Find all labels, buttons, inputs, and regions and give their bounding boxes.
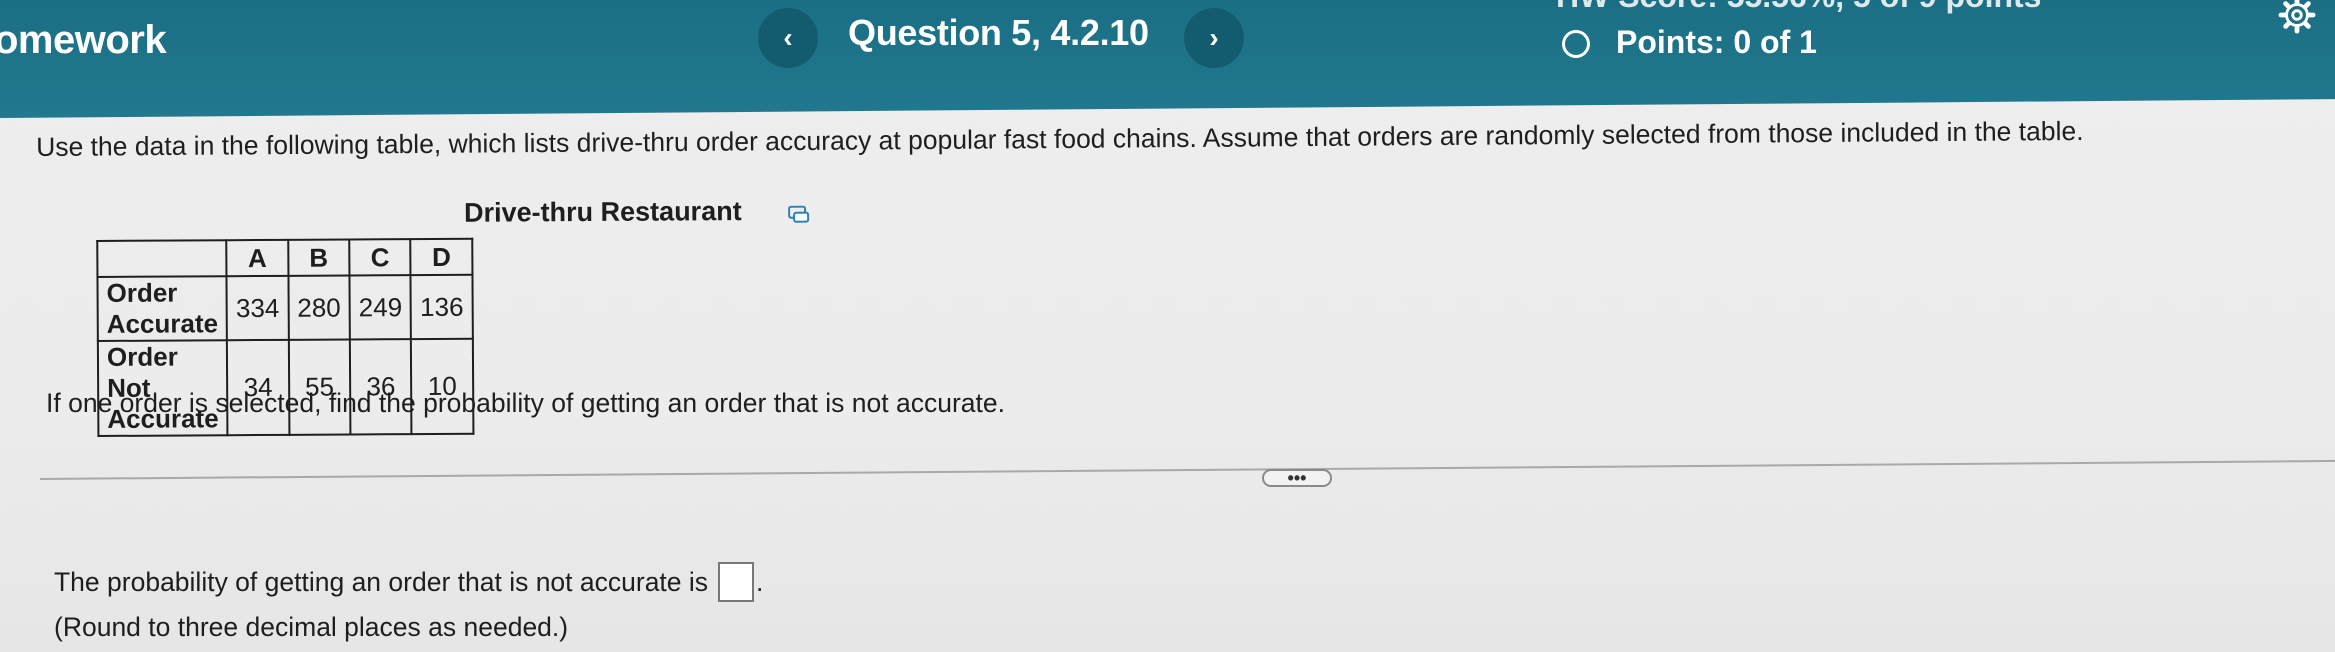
table-cell: 36 [349,339,412,435]
table-row: Order Accurate 334 280 249 136 [97,274,473,341]
row-label: Order Accurate [97,276,228,341]
answer-line: The probability of getting an order that… [54,562,763,602]
answer-prompt: The probability of getting an order that… [54,566,709,597]
column-header: D [410,238,473,276]
table-heading: Drive-thru Restaurant [463,196,742,228]
points-status-icon [1562,30,1590,58]
problem-intro: Use the data in the following table, whi… [36,115,2084,162]
table-corner-cell [97,240,227,277]
column-header: A [226,239,289,277]
answer-suffix: . [756,566,764,597]
section-divider [40,459,2335,480]
previous-question-button[interactable]: ‹ [758,8,818,68]
points-label: Points: 0 of 1 [1616,24,1817,60]
hw-score: HW Score: 55.56%, 5 of 9 points [1556,0,2041,15]
table-cell: 136 [410,274,473,340]
gear-icon[interactable] [2278,0,2316,34]
table-cell: 249 [349,275,412,340]
question-text: If one order is selected, find the proba… [46,388,1005,418]
table-header-row: A B C D [97,238,473,277]
column-header: C [349,239,411,276]
chevron-left-icon: ‹ [783,22,793,53]
next-question-button[interactable]: › [1184,8,1244,68]
assignment-title: omework [0,18,167,62]
chevron-right-icon: › [1209,22,1219,53]
question-title: Question 5, 4.2.10 [848,12,1149,53]
table-cell: 10 [411,338,474,435]
rounding-note: (Round to three decimal places as needed… [54,612,569,642]
table-cell: 280 [288,275,350,340]
more-button[interactable]: ••• [1262,469,1332,487]
copy-icon[interactable] [788,205,810,224]
header-bar [0,0,2335,118]
answer-input[interactable] [718,562,755,602]
table-cell: 334 [226,275,289,341]
column-header: B [287,239,350,276]
